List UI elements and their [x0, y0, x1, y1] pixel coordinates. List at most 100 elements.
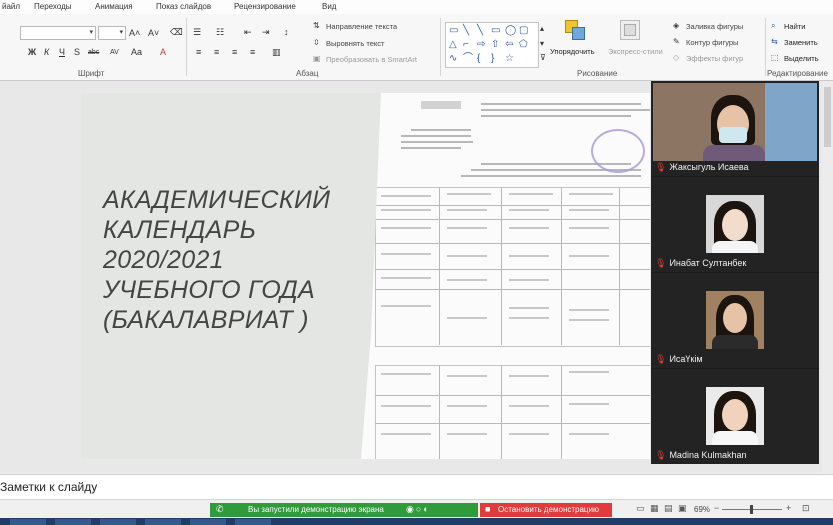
- select-button[interactable]: Выделить: [784, 54, 819, 63]
- zoom-in-icon[interactable]: +: [786, 503, 791, 513]
- change-case-button[interactable]: Aa: [131, 47, 142, 57]
- chevron-down-icon: ▾: [119, 29, 123, 36]
- curve-shape-icon[interactable]: ∿: [449, 54, 457, 64]
- participant-tile[interactable]: 🎙︎ Madina Kulmakhan: [651, 369, 819, 464]
- curve-shape-icon[interactable]: ⌒: [463, 54, 473, 64]
- reading-view-icon[interactable]: ▤: [664, 503, 673, 514]
- underline-button[interactable]: Ч: [59, 47, 65, 57]
- quick-styles-button[interactable]: Экспресс-стили: [608, 47, 663, 56]
- participant-tile[interactable]: 🎙︎ ИсаҮкім: [651, 273, 819, 368]
- replace-button[interactable]: Заменить: [784, 38, 818, 47]
- line-shape-icon[interactable]: ╲: [477, 26, 483, 36]
- tab-file[interactable]: йайл: [2, 2, 20, 11]
- text-direction-button[interactable]: Направление текста: [326, 22, 397, 31]
- strikethrough-button[interactable]: abc: [88, 48, 99, 58]
- scanned-document-image[interactable]: [361, 93, 650, 459]
- line-shape-icon[interactable]: ╲: [463, 26, 469, 36]
- taskbar-item[interactable]: [145, 519, 181, 525]
- shapes-gallery[interactable]: ▭ ╲ ╲ ▭ ◯ ▢ △ ⌐ ⇨ ⇧ ⇦ ⬠ ∿ ⌒ { } ☆: [445, 22, 539, 68]
- normal-view-icon[interactable]: ▭: [636, 503, 645, 514]
- participant-tile[interactable]: 🎙︎ Инабат Султанбек: [651, 177, 819, 272]
- shape-effects-icon: ◇: [673, 53, 680, 62]
- participant-avatar: [706, 291, 764, 349]
- taskbar-item[interactable]: [235, 519, 271, 525]
- increase-indent-icon[interactable]: ⇥: [262, 27, 270, 37]
- taskbar-item[interactable]: [10, 519, 46, 525]
- arrow-shape-icon[interactable]: ⇧: [491, 40, 499, 50]
- tab-view[interactable]: Вид: [322, 2, 336, 11]
- gallery-more-icon[interactable]: ⊽: [540, 53, 546, 63]
- shrink-font-icon[interactable]: A˅: [148, 28, 159, 38]
- taskbar-item[interactable]: [190, 519, 226, 525]
- slide-sorter-icon[interactable]: ▦: [650, 503, 659, 514]
- font-name-combo[interactable]: ▾: [20, 26, 96, 40]
- slide-canvas[interactable]: АКАДЕМИЧЕСКИЙ КАЛЕНДАРЬ 2020/2021 УЧЕБНО…: [81, 93, 650, 459]
- group-separator: [765, 18, 766, 76]
- bold-button[interactable]: Ж: [28, 47, 36, 57]
- rect-shape-icon[interactable]: ▭: [491, 26, 500, 36]
- font-color-button[interactable]: A: [160, 47, 166, 57]
- align-right-icon[interactable]: ≡: [232, 47, 237, 57]
- tab-review[interactable]: Рецензирование: [234, 2, 296, 11]
- taskbar-item[interactable]: [100, 519, 136, 525]
- star-shape-icon[interactable]: ☆: [505, 54, 514, 64]
- italic-button[interactable]: К: [44, 47, 49, 57]
- fit-slide-icon[interactable]: ⊡: [802, 503, 810, 514]
- vertical-scrollbar[interactable]: [822, 81, 833, 473]
- find-button[interactable]: Найти: [784, 22, 805, 31]
- zoom-slider-handle[interactable]: [750, 505, 753, 514]
- arrange-icon: [565, 20, 585, 40]
- shape-fill-icon: ◈: [673, 21, 680, 30]
- zoom-level[interactable]: 69%: [694, 505, 710, 514]
- font-size-combo[interactable]: ▾: [98, 26, 126, 40]
- arrow-shape-icon[interactable]: ⇦: [505, 40, 513, 50]
- tab-transitions[interactable]: Переходы: [34, 2, 72, 11]
- participant-name: ИсаҮкім: [669, 354, 703, 364]
- rect-shape-icon[interactable]: ▭: [449, 26, 458, 36]
- char-spacing-button[interactable]: AV: [110, 48, 119, 58]
- participant-tile[interactable]: 🎙︎ Жаксыгуль Исаева: [651, 81, 819, 176]
- status-bar: ✆ Вы запустили демонстрацию экрана ◉○◐ ■…: [0, 499, 833, 518]
- triangle-shape-icon[interactable]: △: [449, 40, 457, 50]
- tab-slideshow[interactable]: Показ слайдов: [156, 2, 211, 11]
- scrollbar-thumb[interactable]: [824, 87, 831, 147]
- rounded-rect-shape-icon[interactable]: ▢: [519, 26, 528, 36]
- shape-icon[interactable]: ⬠: [519, 40, 528, 50]
- align-text-button[interactable]: Выровнять текст: [326, 39, 384, 48]
- shadow-button[interactable]: S: [74, 47, 80, 57]
- group-font-label: Шрифт: [78, 69, 105, 78]
- stop-share-button[interactable]: ■ Остановить демонстрацию: [480, 503, 612, 517]
- ellipse-shape-icon[interactable]: ◯: [505, 26, 516, 36]
- brace-shape-icon[interactable]: }: [491, 54, 494, 64]
- taskbar-item[interactable]: [55, 519, 91, 525]
- shape-fill-button[interactable]: Заливка фигуры: [686, 22, 743, 31]
- share-controls-icon[interactable]: ◉○◐: [406, 504, 431, 515]
- numbering-icon[interactable]: ☷: [216, 27, 224, 37]
- slideshow-icon[interactable]: ▣: [678, 503, 687, 514]
- participant-avatar: [706, 195, 764, 253]
- arrange-button[interactable]: Упорядочить: [550, 47, 595, 56]
- line-spacing-icon[interactable]: ↕: [284, 27, 289, 37]
- gallery-scroll-up-icon[interactable]: ▴: [540, 24, 544, 34]
- tab-animation[interactable]: Анимация: [95, 2, 133, 11]
- slide-notes-pane[interactable]: Заметки к слайду: [0, 474, 833, 499]
- justify-icon[interactable]: ≡: [250, 47, 255, 57]
- shape-effects-button[interactable]: Эффекты фигур: [686, 54, 743, 63]
- align-center-icon[interactable]: ≡: [214, 47, 219, 57]
- arrow-shape-icon[interactable]: ⇨: [477, 40, 485, 50]
- align-left-icon[interactable]: ≡: [196, 47, 201, 57]
- clear-format-icon[interactable]: ⌫: [170, 27, 183, 37]
- shape-outline-icon: ✎: [673, 37, 680, 46]
- elbow-connector-icon[interactable]: ⌐: [463, 40, 469, 50]
- bullets-icon[interactable]: ☰: [193, 27, 201, 37]
- brace-shape-icon[interactable]: {: [477, 54, 480, 64]
- columns-icon[interactable]: ▥: [272, 47, 281, 57]
- gallery-scroll-down-icon[interactable]: ▾: [540, 39, 544, 49]
- video-participants-panel: 🎙︎ Жаксыгуль Исаева 🎙︎ Инабат Султанбек 🎙︎…: [651, 81, 819, 464]
- decrease-indent-icon[interactable]: ⇤: [244, 27, 252, 37]
- convert-smartart-button[interactable]: Преобразовать в SmartArt: [326, 55, 417, 64]
- zoom-out-icon[interactable]: −: [714, 503, 719, 513]
- grow-font-icon[interactable]: A˄: [129, 28, 140, 38]
- slide-title[interactable]: АКАДЕМИЧЕСКИЙ КАЛЕНДАРЬ 2020/2021 УЧЕБНО…: [103, 185, 373, 335]
- shape-outline-button[interactable]: Контур фигуры: [686, 38, 738, 47]
